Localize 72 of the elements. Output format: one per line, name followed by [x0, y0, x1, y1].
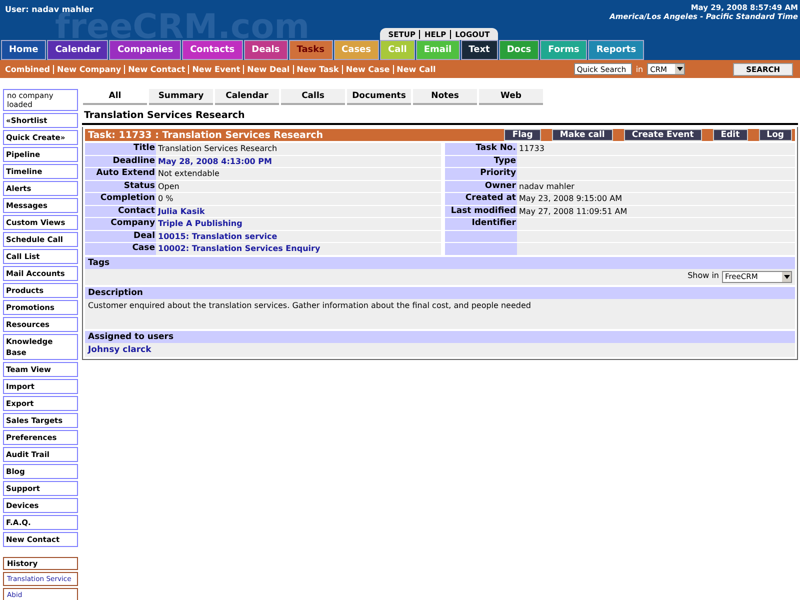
nav-tab[interactable]: Tasks	[288, 40, 333, 60]
nav-tab[interactable]: Text	[460, 40, 498, 60]
field-value: 11733	[517, 143, 795, 154]
sub-tab[interactable]: Web	[479, 89, 543, 105]
nav-tab[interactable]: Contacts	[182, 40, 243, 60]
action-button[interactable]: Edit	[712, 129, 748, 141]
quick-link[interactable]: New Call	[392, 64, 439, 74]
field-value: nadav mahler	[517, 180, 795, 192]
field-label: Contact	[85, 206, 156, 217]
field-label: Auto Extend	[85, 168, 156, 180]
field-label: Deadline	[85, 156, 156, 167]
field-label: Status	[85, 180, 156, 192]
field-value: Translation Services Research	[156, 143, 441, 154]
quick-link[interactable]: New Case	[342, 64, 393, 74]
user-label: User: nadav mahler	[4, 4, 94, 14]
field-value: Open	[156, 180, 441, 192]
description-text: Customer enquired about the translation services. Gather information about the final cost, and people needed	[88, 300, 531, 310]
action-button[interactable]: Flag	[504, 129, 541, 141]
action-button[interactable]: Create Event	[624, 129, 702, 141]
field-label: Company	[85, 218, 156, 230]
nav-tab[interactable]: Deals	[244, 40, 288, 60]
field-label: Owner	[445, 180, 517, 192]
caret-icon	[782, 272, 791, 282]
sub-tab[interactable]: Calendar	[215, 89, 279, 105]
action-button[interactable]: Make call	[552, 129, 613, 141]
label-cell	[445, 243, 517, 254]
user-link[interactable]: Johnsy clarck	[88, 344, 152, 354]
field-label: Case	[85, 243, 156, 254]
sub-tab[interactable]: Documents	[347, 89, 411, 105]
quick-link[interactable]: New Event	[188, 64, 244, 74]
field-label: Priority	[445, 168, 517, 180]
field-value: Not extendable	[156, 168, 441, 180]
quick-link[interactable]: New Company	[53, 64, 124, 74]
sub-tab[interactable]: Summary	[149, 89, 213, 105]
section-heading: Tags	[85, 256, 795, 268]
quick-link[interactable]: New Deal	[243, 64, 293, 74]
field-label: Created at	[445, 193, 517, 204]
label-cell	[445, 230, 517, 242]
field-label: Identifier	[445, 218, 517, 230]
quick-link[interactable]: New Contact	[124, 64, 188, 74]
field-label: Last modified	[445, 206, 517, 217]
caret-icon	[675, 64, 684, 74]
task-heading: Task: 11733 : Translation Services Research	[88, 130, 324, 140]
site-logo: freeCRM.com	[55, 14, 310, 40]
field-value: 0 %	[156, 193, 441, 204]
action-button[interactable]: Log	[758, 129, 792, 141]
field-label: Task No.	[445, 143, 517, 154]
quick-link[interactable]: Combined	[2, 64, 54, 74]
field-link[interactable]: 10002: Translation Services Enquiry	[156, 243, 441, 254]
nav-tab[interactable]: Home	[1, 40, 46, 60]
nav-tab[interactable]: Companies	[109, 40, 182, 60]
sub-tab[interactable]: Calls	[281, 89, 345, 105]
nav-tab[interactable]: Reports	[588, 40, 644, 60]
field-link[interactable]: May 28, 2008 4:13:00 PM	[156, 156, 441, 167]
field-label: Title	[85, 143, 156, 154]
nav-tab[interactable]: Calendar	[47, 40, 108, 60]
field-value: May 27, 2008 11:09:51 AM	[517, 206, 795, 217]
field-label: Completion	[85, 193, 156, 204]
field-label: Type	[445, 156, 517, 167]
field-link[interactable]: Julia Kasik	[156, 206, 441, 217]
show-in-label: Show in	[688, 270, 719, 280]
page-title: Translation Services Research	[82, 105, 798, 125]
field-label: Deal	[85, 230, 156, 242]
sub-tab[interactable]: All	[83, 89, 147, 105]
section-heading: Assigned to users	[85, 330, 795, 342]
quick-link[interactable]: New Task	[292, 64, 342, 74]
section-heading: Description	[85, 286, 795, 298]
sub-tab[interactable]: Notes	[413, 89, 477, 105]
field-link[interactable]: 10015: Translation service	[156, 230, 441, 242]
field-link[interactable]: Triple A Publishing	[156, 218, 441, 230]
in-label: in	[636, 64, 644, 74]
field-value: May 23, 2008 9:15:00 AM	[517, 193, 795, 204]
